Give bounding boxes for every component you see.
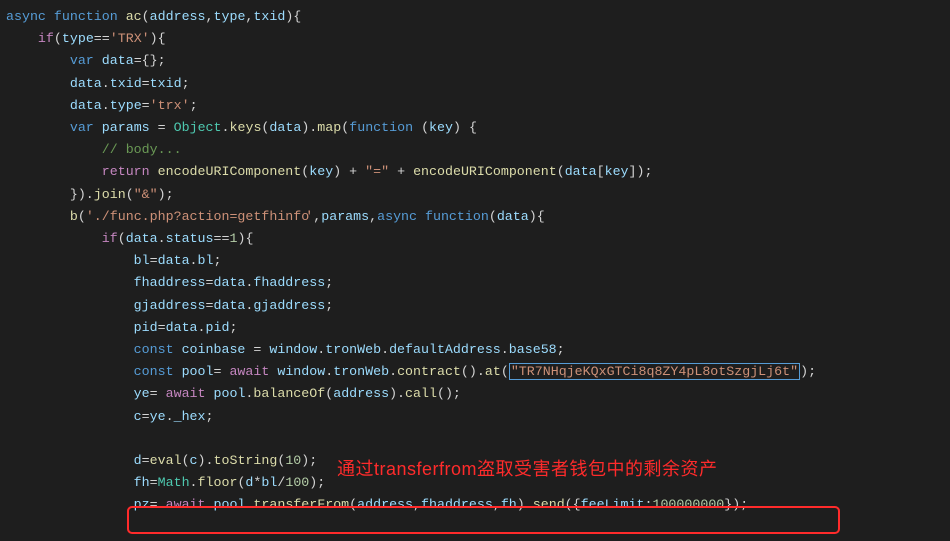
code-block: async function ac(address,type,txid){ if… [0,0,950,517]
annotation-text: 通过transferfrom盗取受害者钱包中的剩余资产 [337,455,718,481]
contract-address-box: "TR7NHqjeKQxGTCi8q8ZY4pL8otSzgjLj6t" [509,363,800,380]
contract-address: TR7NHqjeKQxGTCi8q8ZY4pL8otSzgjLj6t [519,364,790,379]
php-path: './func.php?action=getfhinfo [86,209,309,224]
